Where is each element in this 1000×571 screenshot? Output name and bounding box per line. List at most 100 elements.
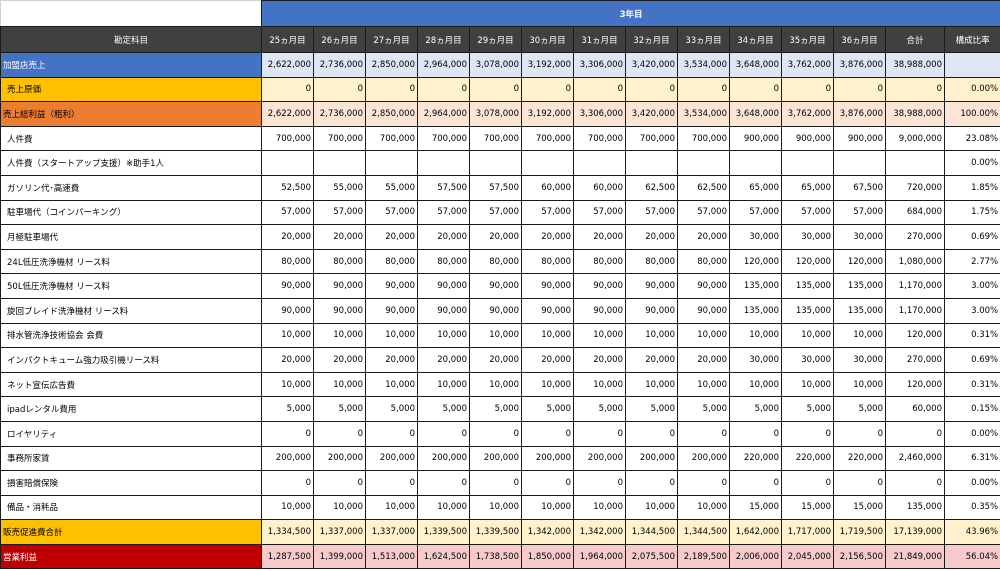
total-cell: 38,988,000 [885, 52, 945, 78]
month-value-cell: 20,000 [261, 347, 314, 373]
month-value-cell: 1,624,500 [417, 543, 470, 570]
month-value-cell: 20,000 [573, 347, 626, 373]
month-value-cell: 0 [417, 470, 470, 496]
month-value-cell: 0 [677, 76, 730, 103]
month-header: 25ヵ月目 [261, 26, 314, 53]
month-value-cell: 0 [833, 76, 886, 103]
month-value-cell: 10,000 [469, 322, 522, 349]
row-label: 24L低圧洗浄機材 リース料 [0, 248, 262, 275]
month-header: 29ヵ月目 [469, 26, 522, 53]
month-value-cell [573, 150, 626, 176]
month-value-cell: 0 [313, 470, 366, 496]
month-value-cell: 20,000 [521, 224, 574, 250]
month-header: 34ヵ月目 [729, 26, 782, 53]
table-row: 排水管洗浄技術協会 会費 10,000 10,000 10,000 10,000 10,0… [0, 322, 1000, 349]
month-value-cell: 57,000 [365, 199, 418, 226]
row-label: 50L低圧洗浄機材 リース料 [0, 273, 262, 299]
total-cell: 17,139,000 [885, 519, 945, 545]
month-value-cell: 30,000 [781, 347, 834, 373]
month-value-cell: 10,000 [573, 371, 626, 398]
month-value-cell: 0 [677, 470, 730, 496]
table-row: 売上原価 0 0 0 0 0 0 0 0 0 0 0 0 0 0.00% [0, 76, 1000, 103]
month-value-cell: 5,000 [521, 396, 574, 422]
month-value-cell: 20,000 [469, 347, 522, 373]
month-value-cell: 1,717,000 [781, 519, 834, 545]
table-row: 販売促進費合計 1,334,500 1,337,000 1,337,000 1,339,… [0, 519, 1000, 545]
month-value-cell: 3,876,000 [833, 52, 886, 78]
month-value-cell: 60,000 [521, 174, 574, 201]
month-value-cell: 0 [729, 470, 782, 496]
month-value-cell [729, 150, 782, 176]
month-value-cell: 2,075,500 [625, 543, 678, 570]
month-value-cell: 0 [417, 76, 470, 103]
month-value-cell: 10,000 [625, 494, 678, 521]
total-cell: 135,000 [885, 494, 945, 521]
month-value-cell: 30,000 [781, 224, 834, 250]
pl-table: 3年目 勘定科目 25ヵ月目 26ヵ月目 27ヵ月目 28ヵ月目 29ヵ月目 3… [0, 0, 1000, 570]
total-cell: 270,000 [885, 224, 945, 250]
month-value-cell: 10,000 [365, 371, 418, 398]
month-value-cell: 135,000 [781, 297, 834, 324]
month-value-cell: 57,000 [521, 199, 574, 226]
month-value-cell: 0 [261, 420, 314, 447]
year-label: 3年目 [260, 0, 1000, 27]
row-label: 旋回ブレイド洗浄機材 リース料 [0, 297, 262, 324]
row-label: 事務所家賃 [0, 445, 262, 472]
month-value-cell: 10,000 [365, 322, 418, 349]
month-value-cell: 0 [261, 470, 314, 496]
month-value-cell: 5,000 [261, 396, 314, 422]
month-value-cell: 900,000 [833, 125, 886, 152]
ratio-cell: 3.00% [943, 297, 1000, 324]
month-value-cell: 0 [521, 470, 574, 496]
month-value-cell: 10,000 [417, 322, 470, 349]
month-value-cell: 3,648,000 [729, 101, 782, 127]
month-value-cell: 5,000 [833, 396, 886, 422]
month-value-cell: 2,622,000 [261, 101, 314, 127]
month-value-cell [261, 150, 314, 176]
total-cell: 0 [885, 470, 945, 496]
month-value-cell: 220,000 [833, 445, 886, 472]
month-value-cell: 55,000 [313, 174, 366, 201]
month-value-cell: 10,000 [261, 322, 314, 349]
month-header: 26ヵ月目 [313, 26, 366, 53]
month-value-cell: 2,736,000 [313, 101, 366, 127]
row-label: 営業利益 [0, 543, 262, 570]
month-value-cell: 0 [521, 76, 574, 103]
month-value-cell: 200,000 [313, 445, 366, 472]
month-value-cell: 2,045,000 [781, 543, 834, 570]
month-value-cell: 0 [625, 420, 678, 447]
month-value-cell [365, 150, 418, 176]
month-value-cell: 120,000 [781, 248, 834, 275]
month-value-cell [625, 150, 678, 176]
table-row: 営業利益 1,287,500 1,399,000 1,513,000 1,624,500… [0, 543, 1000, 570]
month-value-cell: 57,000 [625, 199, 678, 226]
month-value-cell: 80,000 [261, 248, 314, 275]
month-header: 28ヵ月目 [417, 26, 470, 53]
month-value-cell: 10,000 [573, 322, 626, 349]
ratio-cell: 43.96% [943, 519, 1000, 545]
month-value-cell: 135,000 [781, 273, 834, 299]
month-header: 33ヵ月目 [677, 26, 730, 53]
month-header: 27ヵ月目 [365, 26, 418, 53]
month-value-cell: 10,000 [313, 322, 366, 349]
month-value-cell: 90,000 [469, 273, 522, 299]
month-value-cell: 20,000 [469, 224, 522, 250]
month-value-cell: 57,000 [417, 199, 470, 226]
row-label: ロイヤリティ [0, 420, 262, 447]
month-value-cell: 10,000 [521, 322, 574, 349]
month-value-cell: 2,964,000 [417, 52, 470, 78]
month-value-cell: 10,000 [781, 371, 834, 398]
month-value-cell: 3,762,000 [781, 52, 834, 78]
month-value-cell: 10,000 [521, 371, 574, 398]
total-cell: 0 [885, 420, 945, 447]
month-value-cell: 20,000 [417, 224, 470, 250]
month-value-cell: 700,000 [261, 125, 314, 152]
row-label: 売上原価 [0, 76, 262, 103]
month-value-cell: 90,000 [521, 297, 574, 324]
total-cell: 120,000 [885, 371, 945, 398]
month-value-cell: 15,000 [833, 494, 886, 521]
row-label: ガソリン代･高速費 [0, 174, 262, 201]
table-body: 加盟店売上 2,622,000 2,736,000 2,850,000 2,964,00… [0, 52, 1000, 570]
total-cell: 0 [885, 76, 945, 103]
month-value-cell [417, 150, 470, 176]
